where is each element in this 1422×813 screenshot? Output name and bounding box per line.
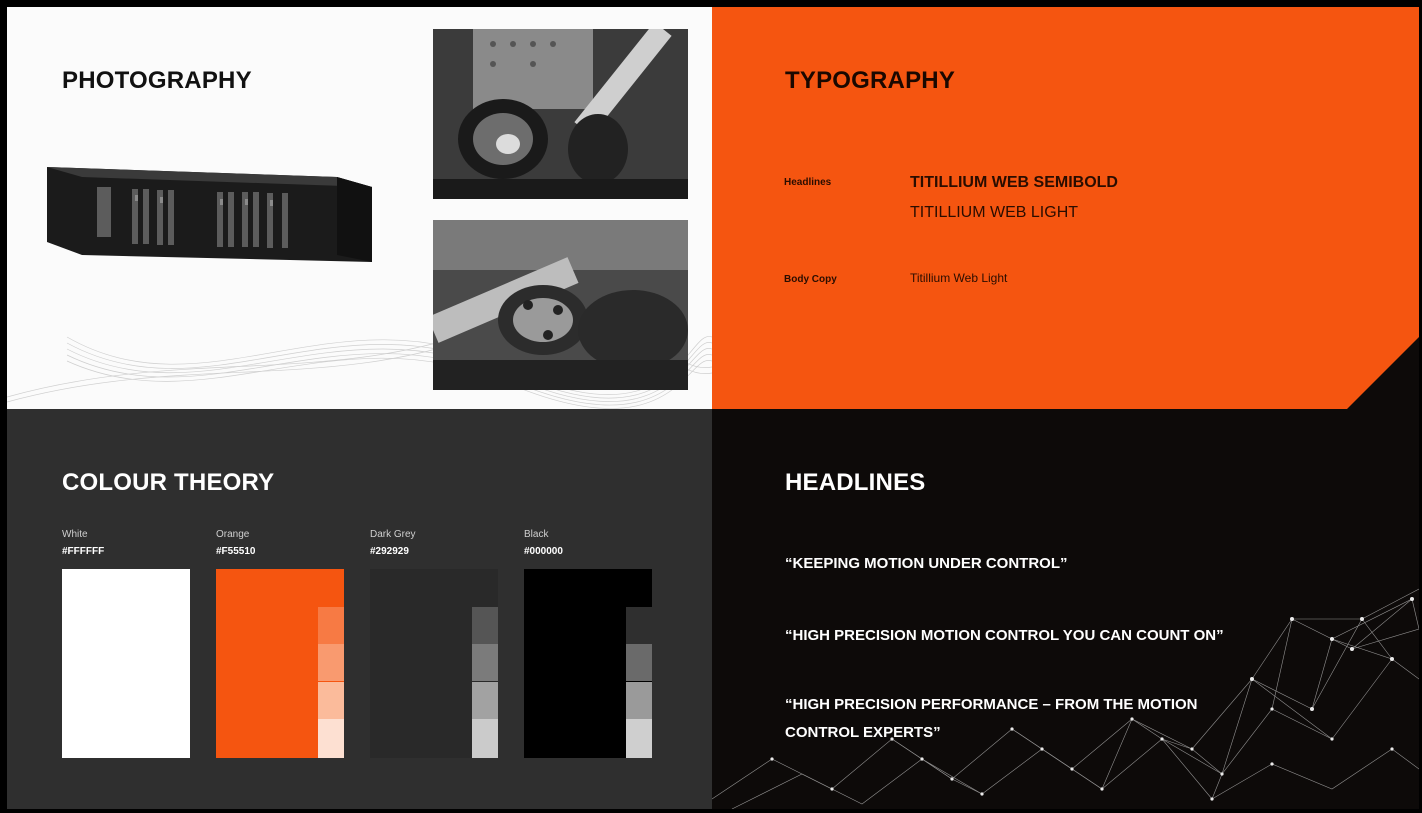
tint-grey-2 (472, 644, 498, 681)
swatch-hex-white: #FFFFFF (62, 546, 105, 557)
swatch-hex-dark-grey: #292929 (370, 546, 409, 557)
tint-orange-2 (318, 644, 344, 681)
swatch-name-dark-grey: Dark Grey (370, 529, 416, 540)
typography-panel: TYPOGRAPHY Headlines TITILLIUM WEB SEMIB… (712, 7, 1419, 409)
swatch-black (524, 569, 652, 758)
tint-grey-1 (472, 607, 498, 644)
colour-theory-panel: COLOUR THEORY White #FFFFFF Orange #F555… (7, 409, 712, 809)
swatch-hex-orange: #F55510 (216, 546, 256, 557)
photography-title: PHOTOGRAPHY (62, 67, 252, 94)
style-guide-board: PHOTOGRAPHY TYPOGRAPHY Headlines TITILLI… (7, 7, 1419, 809)
tint-black-1 (626, 607, 652, 644)
swatch-name-black: Black (524, 529, 549, 540)
plc-controller-image (47, 167, 372, 262)
colour-theory-title: COLOUR THEORY (62, 469, 275, 496)
tint-black-4 (626, 719, 652, 758)
tint-black-3 (626, 682, 652, 719)
headlines-panel: HEADLINES “KEEPING MOTION UNDER CONTROL”… (712, 409, 1419, 809)
network-mesh-decoration (712, 588, 1419, 809)
headlines-title: HEADLINES (785, 469, 926, 496)
tint-orange-3 (318, 682, 344, 719)
headline-item: “HIGH PRECISION PERFORMANCE – FROM THE M… (785, 696, 1198, 741)
machine-lens-photo (433, 29, 688, 199)
tint-grey-3 (472, 682, 498, 719)
tint-orange-4 (318, 719, 344, 758)
swatch-name-orange: Orange (216, 529, 250, 540)
photography-panel: PHOTOGRAPHY (7, 7, 712, 409)
swatch-hex-black: #000000 (524, 546, 563, 557)
machine-coupling-photo (433, 220, 688, 390)
swatch-dark-grey (370, 569, 498, 758)
tint-black-2 (626, 644, 652, 681)
tint-orange-1 (318, 607, 344, 644)
swatch-orange (216, 569, 344, 758)
headline-item: “HIGH PRECISION MOTION CONTROL YOU CAN C… (785, 627, 1224, 644)
headline-item: “KEEPING MOTION UNDER CONTROL” (785, 555, 1068, 572)
swatch-name-white: White (62, 529, 88, 540)
tint-grey-4 (472, 719, 498, 758)
swatch-white (62, 569, 190, 758)
corner-diagonal-decoration (1347, 337, 1419, 409)
